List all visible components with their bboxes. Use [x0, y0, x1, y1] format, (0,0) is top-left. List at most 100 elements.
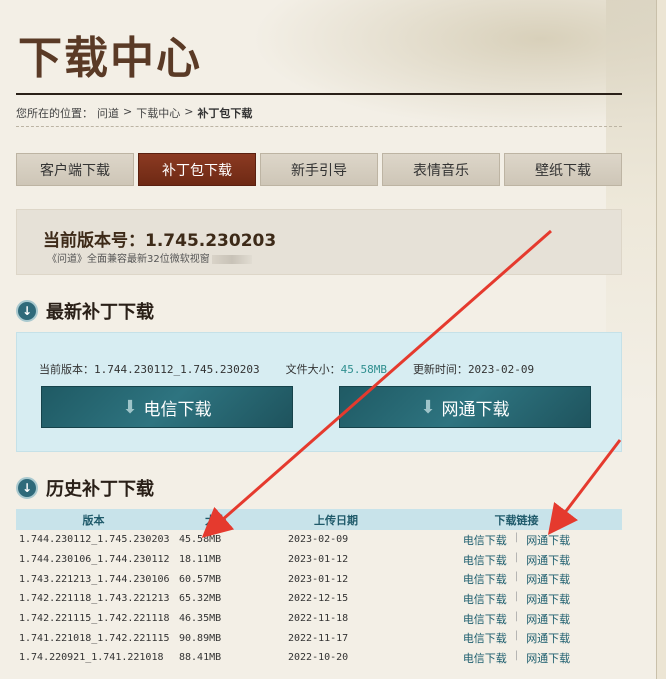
breadcrumb: 您所在的位置： 问道 > 下载中心 > 补丁包下载	[16, 105, 252, 121]
cell-size: 88.41MB	[179, 652, 222, 664]
breadcrumb-divider	[16, 126, 622, 127]
breadcrumb-separator: >	[184, 105, 194, 118]
table-body: 1.744.230112_1.745.230203 45.58MB 2023-02-…	[16, 530, 622, 668]
history-patch-title: 历史补丁下载	[46, 479, 154, 500]
download-circle-icon: ↓	[16, 300, 38, 322]
table-row: 1.741.221018_1.742.221115 90.89MB 2022-11-…	[16, 628, 622, 648]
file-size-info: 文件大小：45.58MB	[286, 361, 387, 377]
telecom-download-link[interactable]: 电信下载	[463, 552, 507, 568]
update-time-info: 更新时间：2023-02-09	[413, 361, 534, 377]
history-patch-table: 版本 大小 上传日期 下载链接 1.744.230112_1.745.23020…	[16, 509, 622, 668]
tab-patch-download[interactable]: 补丁包下载	[138, 153, 256, 186]
category-tabs: 客户端下载 补丁包下载 新手引导 表情音乐 壁纸下载	[16, 153, 622, 186]
cell-date: 2023-01-12	[288, 554, 349, 566]
latest-patch-heading: ↓ 最新补丁下载	[16, 298, 154, 324]
download-circle-icon: ↓	[16, 477, 38, 499]
telecom-download-link[interactable]: 电信下载	[463, 571, 507, 587]
cell-size: 18.11MB	[179, 554, 222, 566]
table-row: 1.744.230112_1.745.230203 45.58MB 2023-02-…	[16, 530, 622, 550]
tab-beginner-guide[interactable]: 新手引导	[260, 153, 378, 186]
cell-version: 1.74.220921_1.741.221018	[19, 652, 164, 664]
page-title: 下载中心	[18, 33, 202, 84]
telecom-download-link[interactable]: 电信下载	[463, 630, 507, 646]
breadcrumb-link-wendao[interactable]: 问道	[97, 105, 119, 121]
telecom-download-label: 电信下载	[143, 399, 212, 420]
link-separator: |	[514, 571, 519, 583]
netcom-download-link[interactable]: 网通下载	[526, 552, 570, 568]
update-time-value: 2023-02-09	[467, 363, 535, 376]
column-header-version: 版本	[82, 513, 105, 527]
cell-date: 2022-11-17	[288, 632, 349, 644]
telecom-download-link[interactable]: 电信下载	[463, 591, 507, 607]
breadcrumb-prefix: 您所在的位置：	[16, 107, 93, 120]
latest-patch-panel: 当前版本：1.744.230112_1.745.230203 文件大小：45.5…	[16, 332, 622, 452]
cell-date: 2022-12-15	[288, 593, 349, 605]
download-arrow-icon: ⬇	[420, 396, 436, 418]
tab-wallpaper-download[interactable]: 壁纸下载	[504, 153, 622, 186]
netcom-download-link[interactable]: 网通下载	[526, 571, 570, 587]
column-header-links: 下载链接	[494, 513, 539, 527]
telecom-download-button[interactable]: ⬇ 电信下载	[41, 386, 293, 428]
file-size-label: 文件大小：	[285, 363, 341, 376]
cell-date: 2022-11-18	[288, 613, 349, 625]
cell-date: 2023-02-09	[288, 534, 349, 546]
cell-links: 电信下载 | 网通下载	[411, 532, 622, 548]
cell-date: 2023-01-12	[288, 573, 349, 585]
cell-version: 1.742.221115_1.742.221118	[19, 613, 170, 625]
link-separator: |	[514, 630, 519, 642]
cell-size: 46.35MB	[179, 613, 222, 625]
cell-links: 电信下载 | 网通下载	[411, 552, 622, 568]
telecom-download-link[interactable]: 电信下载	[463, 532, 507, 548]
netcom-download-link[interactable]: 网通下载	[526, 611, 570, 627]
blurred-text	[211, 254, 252, 264]
netcom-download-link[interactable]: 网通下载	[526, 630, 570, 646]
netcom-download-label: 网通下载	[441, 399, 510, 420]
table-header: 版本 大小 上传日期 下载链接	[16, 509, 622, 530]
netcom-download-button[interactable]: ⬇ 网通下载	[339, 386, 591, 428]
update-time-label: 更新时间：	[412, 363, 468, 376]
tab-emoji-music[interactable]: 表情音乐	[382, 153, 500, 186]
table-row: 1.742.221118_1.743.221213 65.32MB 2022-12-…	[16, 589, 622, 609]
netcom-download-link[interactable]: 网通下载	[526, 650, 570, 666]
column-header-date: 上传日期	[314, 513, 358, 527]
breadcrumb-separator: >	[123, 105, 133, 118]
cell-version: 1.744.230112_1.745.230203	[19, 534, 170, 546]
cell-size: 45.58MB	[179, 534, 222, 546]
cell-version: 1.743.221213_1.744.230106	[19, 573, 170, 585]
current-version-info: 当前版本：1.744.230112_1.745.230203	[39, 361, 260, 377]
link-separator: |	[514, 649, 519, 661]
breadcrumb-current: 补丁包下载	[197, 107, 253, 120]
cell-links: 电信下载 | 网通下载	[411, 571, 622, 587]
cell-links: 电信下载 | 网通下载	[411, 650, 622, 666]
cell-size: 60.57MB	[179, 573, 222, 585]
netcom-download-link[interactable]: 网通下载	[526, 591, 570, 607]
cell-version: 1.744.230106_1.744.230112	[19, 554, 170, 566]
file-size-value: 45.58MB	[340, 363, 387, 376]
cell-links: 电信下载 | 网通下载	[411, 611, 622, 627]
cell-version: 1.741.221018_1.742.221115	[19, 632, 170, 644]
table-row: 1.74.220921_1.741.221018 88.41MB 2022-10-2…	[16, 648, 622, 668]
current-version-label: 当前版本：	[39, 363, 94, 376]
cell-size: 65.32MB	[179, 593, 222, 605]
latest-patch-info: 当前版本：1.744.230112_1.745.230203 文件大小：45.5…	[39, 361, 534, 377]
breadcrumb-link-download-center[interactable]: 下载中心	[136, 105, 180, 121]
link-separator: |	[514, 610, 519, 622]
latest-patch-title: 最新补丁下载	[46, 302, 154, 323]
cell-date: 2022-10-20	[288, 652, 349, 664]
table-row: 1.742.221115_1.742.221118 46.35MB 2022-11-…	[16, 609, 622, 629]
current-version-panel: 当前版本号：1.745.230203 《问道》全面兼容最新32位微软视窗	[16, 209, 622, 275]
version-note: 《问道》全面兼容最新32位微软视窗	[47, 250, 252, 265]
telecom-download-link[interactable]: 电信下载	[463, 611, 507, 627]
version-note-text: 《问道》全面兼容最新32位微软视窗	[47, 254, 210, 265]
current-version-title: 当前版本号：1.745.230203	[43, 231, 277, 251]
side-border	[656, 0, 666, 679]
table-row: 1.743.221213_1.744.230106 60.57MB 2023-01-…	[16, 569, 622, 589]
telecom-download-link[interactable]: 电信下载	[463, 650, 507, 666]
link-separator: |	[514, 551, 519, 563]
title-divider	[16, 93, 622, 95]
netcom-download-link[interactable]: 网通下载	[526, 532, 570, 548]
table-row: 1.744.230106_1.744.230112 18.11MB 2023-01-…	[16, 550, 622, 570]
cell-version: 1.742.221118_1.743.221213	[19, 593, 170, 605]
tab-client-download[interactable]: 客户端下载	[16, 153, 134, 186]
history-patch-heading: ↓ 历史补丁下载	[16, 475, 154, 501]
